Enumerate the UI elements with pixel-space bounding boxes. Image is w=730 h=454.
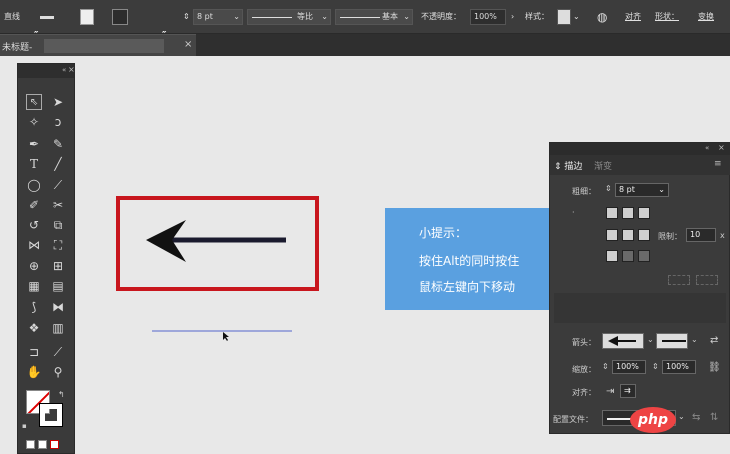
limit-label: 限制： — [658, 232, 682, 241]
stepper-icon[interactable]: ⇕ — [652, 362, 659, 371]
butt-cap-icon[interactable] — [606, 207, 618, 219]
panel-tab-strip: ⇕ 描边 渐变 ≡ — [550, 155, 730, 175]
tab-stroke[interactable]: ⇕ 描边 — [554, 159, 582, 172]
flip-across-icon[interactable]: ⇅ — [710, 412, 718, 423]
stroke-panel: « × ⇕ 描边 渐变 ≡ 粗细： ⇕ 8 pt ⌄ · 限制： 10 x 箭头… — [549, 142, 730, 434]
miter-limit-value: 10 — [690, 230, 701, 239]
line-end-icon — [662, 340, 686, 342]
mouse-cursor-icon — [223, 332, 229, 341]
dash-preserve-icon[interactable] — [668, 275, 690, 285]
panel-menu-icon[interactable]: ≡ — [714, 159, 722, 169]
cap-label-partial: · — [572, 208, 575, 217]
miter-limit-field[interactable]: 10 — [686, 228, 716, 242]
weight-label: 粗细： — [572, 187, 596, 196]
bevel-join-icon[interactable] — [638, 229, 650, 241]
end-arrowhead-select[interactable] — [656, 333, 688, 349]
arrow-left-icon — [608, 336, 636, 346]
place-arrow-at-end-icon[interactable]: ⇉ — [620, 384, 636, 398]
panel-header[interactable]: « × — [550, 143, 730, 155]
stepper-icon[interactable]: ⇕ — [605, 184, 612, 193]
limit-suffix: x — [720, 231, 725, 240]
chevron-down-icon[interactable]: ⌄ — [691, 335, 698, 344]
align-outside-icon[interactable] — [638, 250, 650, 262]
tip-callout: 小提示： 按住Alt的同时按住 鼠标左键向下移动 — [385, 208, 568, 310]
highlight-frame — [116, 196, 319, 291]
chevron-down-icon[interactable]: ⌄ — [647, 335, 654, 344]
extend-arrow-tip-icon[interactable]: ⇥ — [606, 386, 614, 397]
tip-title: 小提示： — [419, 226, 468, 240]
align-inside-icon[interactable] — [622, 250, 634, 262]
projecting-cap-icon[interactable] — [638, 207, 650, 219]
stroke-weight-field[interactable]: 8 pt ⌄ — [615, 183, 669, 197]
tab-gradient[interactable]: 渐变 — [594, 159, 612, 172]
chevron-down-icon[interactable]: ⌄ — [678, 412, 685, 421]
arrow-path[interactable] — [146, 220, 286, 262]
dash-gap-fields[interactable] — [554, 293, 726, 323]
stroke-weight-value: 8 pt — [619, 185, 635, 194]
start-scale-value: 100% — [616, 362, 639, 371]
chevron-down-icon: ⌄ — [658, 185, 665, 194]
tip-line-1: 按住Alt的同时按住 — [419, 254, 520, 268]
stepper-icon[interactable]: ⇕ — [602, 362, 609, 371]
site-watermark-logo: php — [630, 407, 676, 433]
swap-arrowheads-icon[interactable]: ⇄ — [710, 335, 718, 346]
tip-line-2: 鼠标左键向下移动 — [419, 280, 516, 294]
align-center-icon[interactable] — [606, 250, 618, 262]
close-icon[interactable]: × — [718, 143, 725, 152]
link-scale-icon[interactable]: ⛓ — [708, 362, 721, 373]
profile-label: 配置文件： — [553, 415, 593, 424]
collapse-icon[interactable]: « — [705, 144, 709, 152]
start-arrowhead-select[interactable] — [602, 333, 644, 349]
start-scale-field[interactable]: 100% — [612, 360, 646, 374]
miter-join-icon[interactable] — [606, 229, 618, 241]
end-scale-value: 100% — [666, 362, 689, 371]
tab-stroke-label: 描边 — [564, 162, 583, 172]
round-cap-icon[interactable] — [622, 207, 634, 219]
arrowheads-label: 箭头： — [572, 338, 596, 347]
scale-label: 缩放： — [572, 365, 596, 374]
dash-align-icon[interactable] — [696, 275, 718, 285]
flip-along-icon[interactable]: ⇆ — [692, 412, 700, 423]
align-label: 对齐： — [572, 388, 596, 397]
round-join-icon[interactable] — [622, 229, 634, 241]
end-scale-field[interactable]: 100% — [662, 360, 696, 374]
